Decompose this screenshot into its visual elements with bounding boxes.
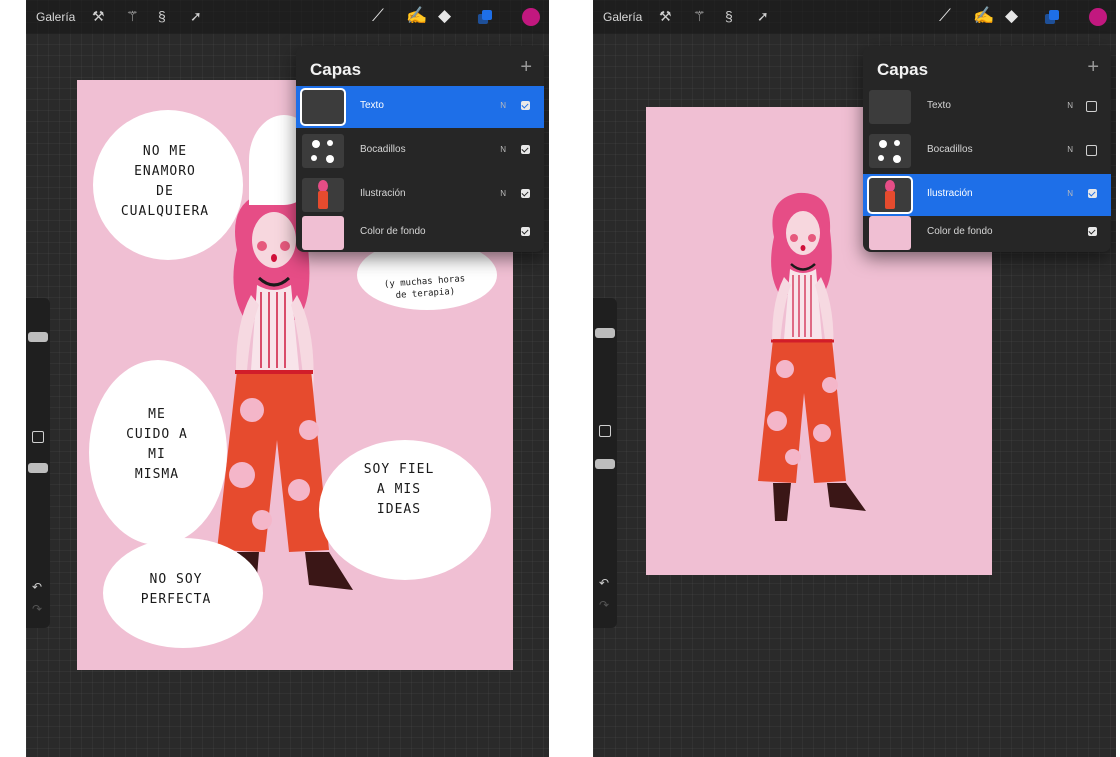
- redo-icon[interactable]: ↷: [32, 602, 42, 616]
- brush-size-slider-handle[interactable]: [28, 332, 48, 342]
- modify-button[interactable]: [599, 425, 611, 437]
- layer-row-ilustracion[interactable]: Ilustración N: [296, 174, 544, 216]
- layer-name: Ilustración: [360, 188, 406, 199]
- layer-thumbnail: [302, 216, 344, 250]
- layers-icon[interactable]: [1045, 10, 1059, 25]
- transform-icon[interactable]: ➚: [190, 8, 202, 24]
- add-layer-button[interactable]: +: [520, 56, 532, 79]
- layer-name: Bocadillos: [927, 144, 973, 155]
- layers-icon[interactable]: [478, 10, 492, 25]
- magic-wand-icon[interactable]: ⚚: [126, 8, 139, 24]
- undo-icon[interactable]: ↶: [599, 576, 609, 590]
- bubble-text-4: NO SOY PERFECTA: [140, 572, 212, 607]
- layer-row-texto[interactable]: Texto N: [296, 86, 544, 128]
- smudge-icon[interactable]: ✍: [973, 7, 994, 25]
- layer-row-color-de-fondo[interactable]: Color de fondo: [863, 212, 1111, 254]
- visibility-checkbox[interactable]: [521, 227, 530, 236]
- bubbles-thumb-icon: [878, 140, 901, 163]
- eraser-icon[interactable]: ◆: [1005, 7, 1018, 25]
- layer-row-ilustracion[interactable]: Ilustración N: [863, 174, 1111, 216]
- layer-thumbnail: [869, 90, 911, 124]
- wrench-icon[interactable]: ⚒: [92, 8, 105, 24]
- blend-mode[interactable]: N: [1067, 101, 1073, 110]
- bubble-text-2: ME CUIDO A MI MISMA: [126, 407, 188, 482]
- illustration-thumb-icon: [318, 180, 328, 209]
- layer-name: Texto: [360, 100, 384, 111]
- layer-name: Color de fondo: [927, 226, 993, 237]
- transform-icon[interactable]: ➚: [757, 8, 769, 24]
- bubbles-thumb-icon: [311, 140, 334, 163]
- procreate-screen-illustration-only: Galería ⚒ ⚚ § ➚ ⟋ ✍ ◆ ↶ ↷ Capas + Texto …: [593, 0, 1116, 757]
- bubble-text-3: SOY FIEL A MIS IDEAS: [363, 462, 435, 517]
- visibility-checkbox[interactable]: [1086, 101, 1097, 112]
- blend-mode[interactable]: N: [500, 189, 506, 198]
- blend-mode[interactable]: N: [500, 101, 506, 110]
- layers-panel-title: Capas: [310, 60, 362, 79]
- visibility-checkbox[interactable]: [1088, 189, 1097, 198]
- visibility-checkbox[interactable]: [521, 101, 530, 110]
- layer-thumbnail: [302, 178, 344, 212]
- layer-thumbnail: [867, 176, 913, 214]
- layer-thumbnail: [302, 134, 344, 168]
- visibility-checkbox[interactable]: [521, 145, 530, 154]
- layer-name: Color de fondo: [360, 226, 426, 237]
- smudge-icon[interactable]: ✍: [406, 7, 427, 25]
- gallery-button[interactable]: Galería: [603, 10, 642, 24]
- opacity-slider-handle[interactable]: [28, 463, 48, 473]
- layers-panel: Capas + Texto N Bocadillos N Ilustración…: [863, 46, 1111, 252]
- gallery-button[interactable]: Galería: [36, 10, 75, 24]
- modify-button[interactable]: [32, 431, 44, 443]
- color-picker-icon[interactable]: [522, 8, 540, 26]
- layer-row-bocadillos[interactable]: Bocadillos N: [863, 130, 1111, 172]
- visibility-checkbox[interactable]: [1086, 145, 1097, 156]
- magic-wand-icon[interactable]: ⚚: [693, 8, 706, 24]
- blend-mode[interactable]: N: [1067, 189, 1073, 198]
- brush-size-sidebar: ↶ ↷: [593, 298, 617, 628]
- top-toolbar: Galería ⚒ ⚚ § ➚ ⟋ ✍ ◆: [26, 0, 549, 34]
- layer-name: Ilustración: [927, 188, 973, 199]
- opacity-slider-handle[interactable]: [595, 459, 615, 469]
- illustration-thumb-icon: [885, 180, 895, 209]
- brush-size-slider-handle[interactable]: [595, 328, 615, 338]
- layer-row-texto[interactable]: Texto N: [863, 86, 1111, 128]
- add-layer-button[interactable]: +: [1087, 56, 1099, 79]
- visibility-checkbox[interactable]: [1088, 227, 1097, 236]
- bubble-text-1: NO ME ENAMORO DE CUALQUIERA: [120, 144, 210, 219]
- selection-icon[interactable]: §: [158, 8, 166, 24]
- procreate-screen-text-visible: NO ME ENAMORO DE CUALQUIERA ME CUIDO A M…: [26, 0, 549, 757]
- eraser-icon[interactable]: ◆: [438, 7, 451, 25]
- layer-row-bocadillos[interactable]: Bocadillos N: [296, 130, 544, 172]
- layer-name: Texto: [927, 100, 951, 111]
- redo-icon[interactable]: ↷: [599, 598, 609, 612]
- brush-size-sidebar: ↶ ↷: [26, 298, 50, 628]
- brush-icon[interactable]: ⟋: [372, 7, 384, 25]
- layer-thumbnail: [869, 216, 911, 250]
- selection-icon[interactable]: §: [725, 8, 733, 24]
- layer-thumbnail: [300, 88, 346, 126]
- layers-panel-title: Capas: [877, 60, 929, 79]
- layer-thumbnail: [869, 134, 911, 168]
- visibility-checkbox[interactable]: [521, 189, 530, 198]
- blend-mode[interactable]: N: [1067, 145, 1073, 154]
- blend-mode[interactable]: N: [500, 145, 506, 154]
- undo-icon[interactable]: ↶: [32, 580, 42, 594]
- color-picker-icon[interactable]: [1089, 8, 1107, 26]
- layer-name: Bocadillos: [360, 144, 406, 155]
- wrench-icon[interactable]: ⚒: [659, 8, 672, 24]
- top-toolbar: Galería ⚒ ⚚ § ➚ ⟋ ✍ ◆: [593, 0, 1116, 34]
- layers-panel: Capas + Texto N Bocadillos N Ilustración…: [296, 46, 544, 252]
- layer-row-color-de-fondo[interactable]: Color de fondo: [296, 212, 544, 254]
- brush-icon[interactable]: ⟋: [939, 7, 951, 25]
